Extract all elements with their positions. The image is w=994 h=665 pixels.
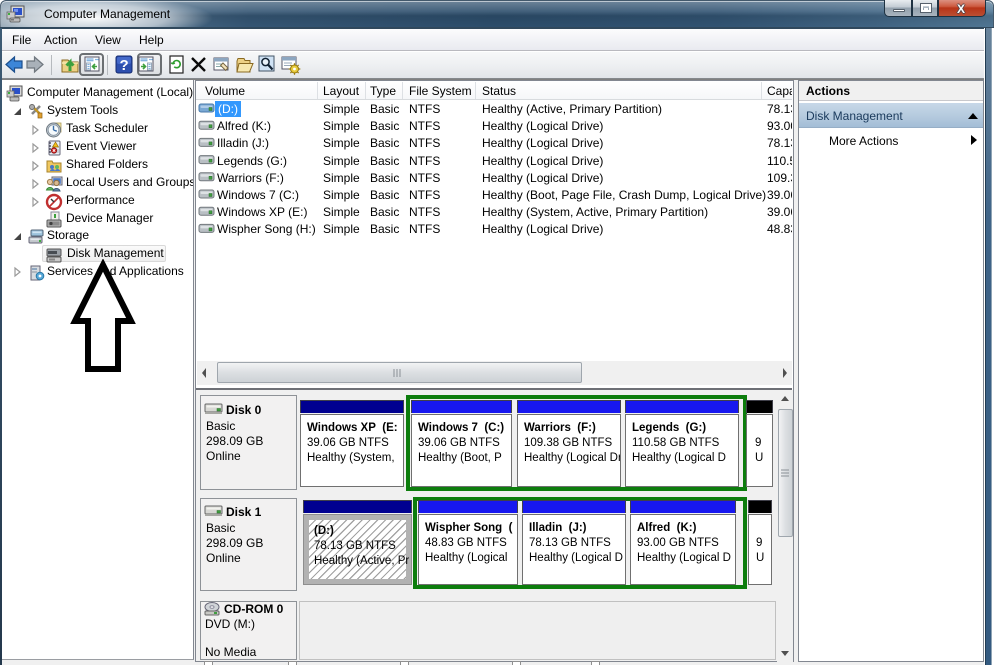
svg-text:?: ? <box>120 57 129 74</box>
